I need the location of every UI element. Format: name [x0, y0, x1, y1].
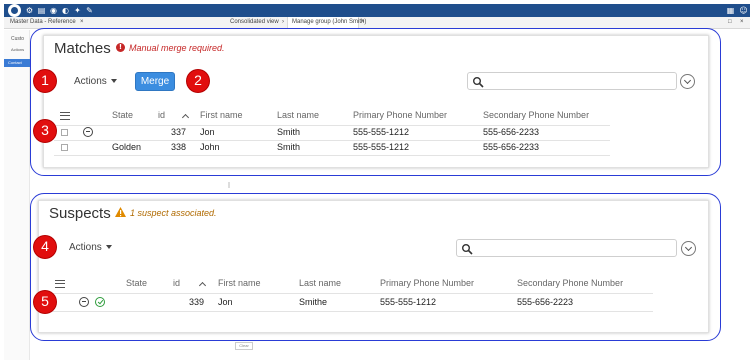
col-first-name[interactable]: First name — [218, 278, 261, 288]
cell-first-name: Jon — [200, 127, 215, 137]
suspects-actions-label: Actions — [69, 242, 102, 253]
col-primary-phone[interactable]: Primary Phone Number — [353, 110, 447, 120]
cell-id: 337 — [170, 127, 186, 137]
cell-id: 338 — [170, 142, 186, 152]
col-last-name[interactable]: Last name — [277, 110, 319, 120]
database-icon[interactable]: ◉ — [49, 6, 58, 15]
app-toolbar: ⚙ ▤ ◉ ◐ ✦ ✎ ▦ ☺ — [4, 4, 750, 17]
cell-secondary-phone: 555-656-2233 — [483, 142, 540, 152]
col-primary-phone[interactable]: Primary Phone Number — [380, 278, 474, 288]
bg-divider — [228, 182, 230, 188]
tab-close-icon[interactable]: × — [361, 19, 365, 25]
chevron-down-icon — [105, 245, 112, 249]
row-divider — [54, 140, 610, 141]
window-close-icon[interactable]: × — [740, 19, 744, 25]
row-divider — [49, 311, 653, 312]
col-first-name[interactable]: First name — [200, 110, 243, 120]
cell-state: Golden — [112, 142, 142, 152]
tab-master-data[interactable]: Master Data - Reference — [10, 19, 76, 25]
cell-secondary-phone: 555-656-2223 — [517, 297, 574, 307]
col-state[interactable]: State — [126, 278, 147, 288]
cell-last-name: Smithe — [299, 297, 328, 307]
callout-1: 1 — [34, 70, 56, 92]
suspects-actions-menu[interactable]: Actions — [69, 242, 112, 253]
suspects-title: Suspects — [49, 205, 111, 222]
search-icon — [462, 244, 473, 255]
grid-view-icon[interactable]: ▦ — [726, 6, 735, 15]
callout-5: 5 — [34, 291, 56, 313]
document-icon[interactable]: ▤ — [37, 6, 46, 15]
matches-card: Matches ! Manual merge required. Actions… — [43, 35, 709, 168]
col-secondary-phone[interactable]: Secondary Phone Number — [517, 278, 623, 288]
user-icon[interactable]: ☺ — [739, 6, 748, 15]
cell-first-name: John — [200, 142, 220, 152]
home-icon[interactable] — [8, 4, 21, 17]
cell-id: 339 — [188, 297, 204, 307]
search-icon — [473, 77, 484, 88]
tab-close-icon[interactable]: × — [80, 19, 84, 25]
cell-primary-phone: 555-555-1212 — [380, 297, 437, 307]
callout-3: 3 — [34, 120, 56, 142]
bg-actions-label[interactable]: Actions — [11, 47, 24, 52]
matches-search-input[interactable] — [467, 72, 677, 90]
col-last-name[interactable]: Last name — [299, 278, 341, 288]
suspects-alert-text: 1 suspect associated. — [130, 208, 217, 218]
cell-secondary-phone: 555-656-2233 — [483, 127, 540, 137]
settings-icon[interactable]: ⚙ — [25, 6, 34, 15]
edit-icon[interactable]: ✎ — [85, 6, 94, 15]
row-divider — [49, 293, 653, 294]
cell-primary-phone: 555-555-1212 — [353, 142, 410, 152]
row-checkbox[interactable] — [61, 144, 68, 151]
matches-expand-icon[interactable] — [680, 74, 695, 89]
column-menu-icon[interactable] — [60, 112, 70, 120]
col-id[interactable]: id — [158, 110, 165, 120]
suspects-card: Suspects 1 suspect associated. Actions S… — [38, 200, 709, 333]
matches-alert-text: Manual merge required. — [129, 43, 225, 53]
cell-last-name: Smith — [277, 142, 301, 152]
callout-2: 2 — [187, 70, 209, 92]
row-divider — [54, 155, 610, 156]
col-state[interactable]: State — [112, 110, 133, 120]
tab-manage-group[interactable]: Manage group (John Smith) — [292, 19, 366, 25]
row-checkbox[interactable] — [61, 129, 68, 136]
cell-last-name: Smith — [277, 127, 301, 137]
column-menu-icon[interactable] — [55, 280, 65, 288]
view-icon[interactable]: ◐ — [61, 6, 70, 15]
suspects-search-input[interactable] — [456, 239, 677, 257]
col-secondary-phone[interactable]: Secondary Phone Number — [483, 110, 589, 120]
matches-actions-label: Actions — [74, 76, 107, 87]
bg-customer-label: Custo — [11, 36, 25, 42]
col-id[interactable]: id — [173, 278, 180, 288]
bg-clear-button[interactable]: Clear — [235, 342, 253, 350]
row-divider — [54, 125, 610, 126]
cell-primary-phone: 555-555-1212 — [353, 127, 410, 137]
callout-4: 4 — [34, 236, 56, 258]
remove-circle-icon[interactable] — [83, 127, 93, 137]
matches-title: Matches — [54, 40, 111, 57]
tab-consolidated-view[interactable]: Consolidated view — [230, 19, 279, 25]
tab-separator-icon: › — [282, 19, 284, 25]
remove-circle-icon[interactable] — [79, 297, 89, 307]
background-sidebar: Custo Actions — [4, 30, 30, 360]
error-icon: ! — [116, 43, 125, 52]
merge-button[interactable]: Merge — [135, 72, 175, 91]
chevron-down-icon — [110, 79, 117, 83]
bg-contact-item[interactable]: Contact — [4, 59, 30, 67]
suspects-expand-icon[interactable] — [681, 241, 696, 256]
pin-icon[interactable]: ✦ — [73, 6, 82, 15]
check-circle-icon[interactable] — [95, 297, 105, 307]
cell-first-name: Jon — [218, 297, 233, 307]
maximize-icon[interactable]: □ — [728, 19, 732, 25]
matches-actions-menu[interactable]: Actions — [74, 76, 117, 87]
